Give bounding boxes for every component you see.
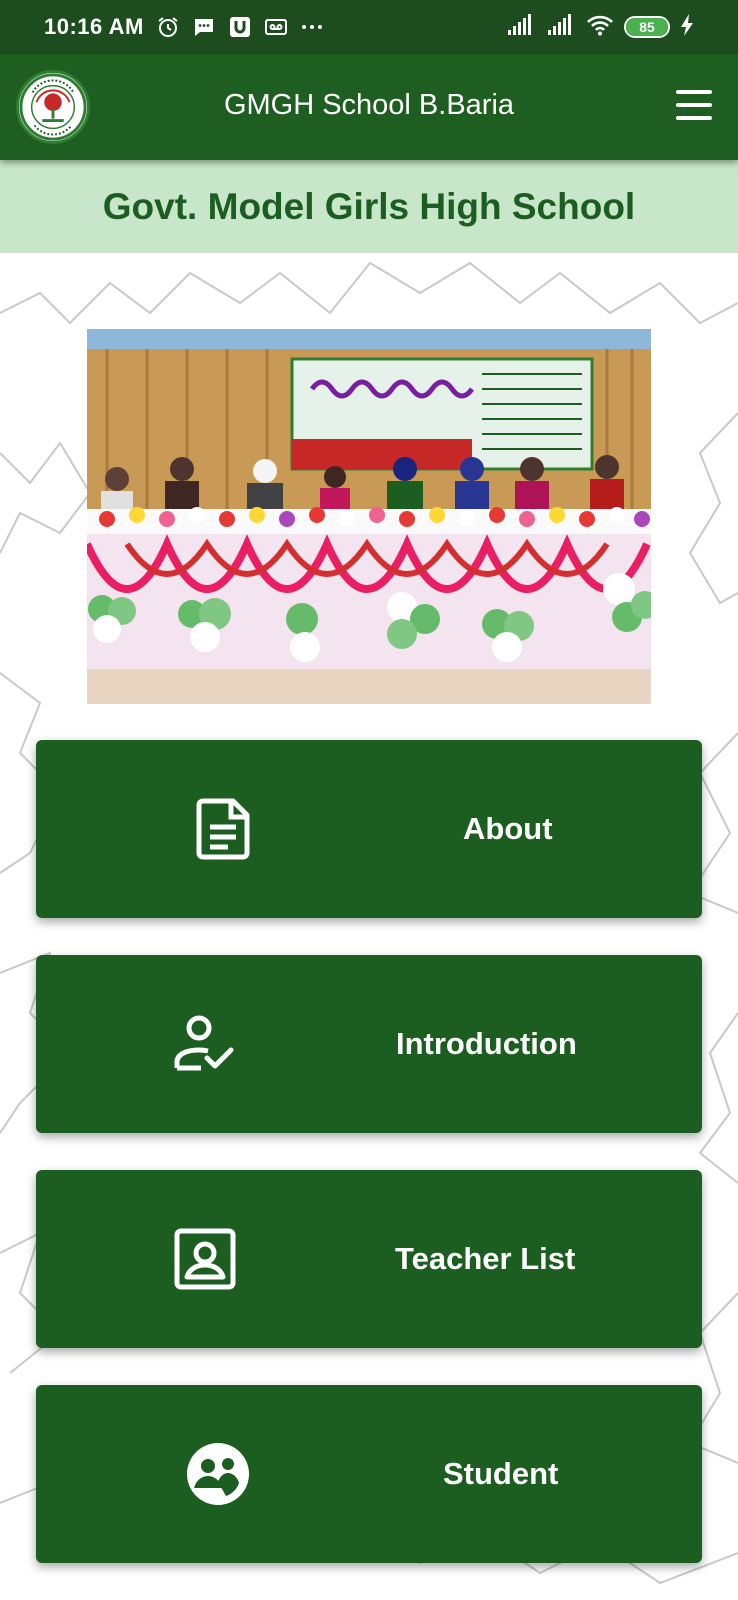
- contact-card-icon: [174, 1228, 236, 1290]
- app-title: GMGH School B.Baria: [223, 89, 515, 121]
- alarm-icon: [156, 15, 180, 39]
- status-left: 10:16 AM: [44, 14, 324, 40]
- hamburger-menu-icon[interactable]: [676, 90, 712, 120]
- wifi-icon: [586, 14, 614, 41]
- signal-icon-2: [546, 13, 576, 41]
- menu-line: [676, 90, 712, 94]
- status-bar: 10:16 AM 85: [0, 0, 738, 54]
- status-time: 10:16 AM: [44, 14, 144, 39]
- charging-icon: [680, 13, 694, 41]
- menu-line: [676, 116, 712, 120]
- battery-indicator: 85: [624, 16, 670, 38]
- school-banner: Govt. Model Girls High School: [0, 160, 738, 253]
- app-bar: GMGH School B.Baria: [0, 54, 738, 160]
- event-photo: [87, 329, 651, 704]
- message-icon: [192, 15, 216, 39]
- document-icon: [196, 798, 250, 860]
- about-label: About: [463, 811, 553, 846]
- more-icon: [300, 15, 324, 39]
- voicemail-icon: [264, 15, 288, 39]
- status-right: 85: [506, 13, 694, 41]
- introduction-button[interactable]: Introduction: [36, 955, 702, 1133]
- teacher-list-button[interactable]: Teacher List: [36, 1170, 702, 1348]
- signal-icon: [506, 13, 536, 41]
- school-name: Govt. Model Girls High School: [102, 185, 636, 227]
- menu-line: [676, 103, 712, 107]
- battery-level: 85: [626, 18, 668, 36]
- about-button[interactable]: About: [36, 740, 702, 918]
- group-icon: [187, 1443, 249, 1505]
- student-button[interactable]: Student: [36, 1385, 702, 1563]
- student-label: Student: [443, 1456, 559, 1491]
- introduction-label: Introduction: [396, 1026, 577, 1061]
- teacher-list-label: Teacher List: [395, 1241, 576, 1276]
- person-check-icon: [174, 1015, 234, 1071]
- u-app-icon: [228, 15, 252, 39]
